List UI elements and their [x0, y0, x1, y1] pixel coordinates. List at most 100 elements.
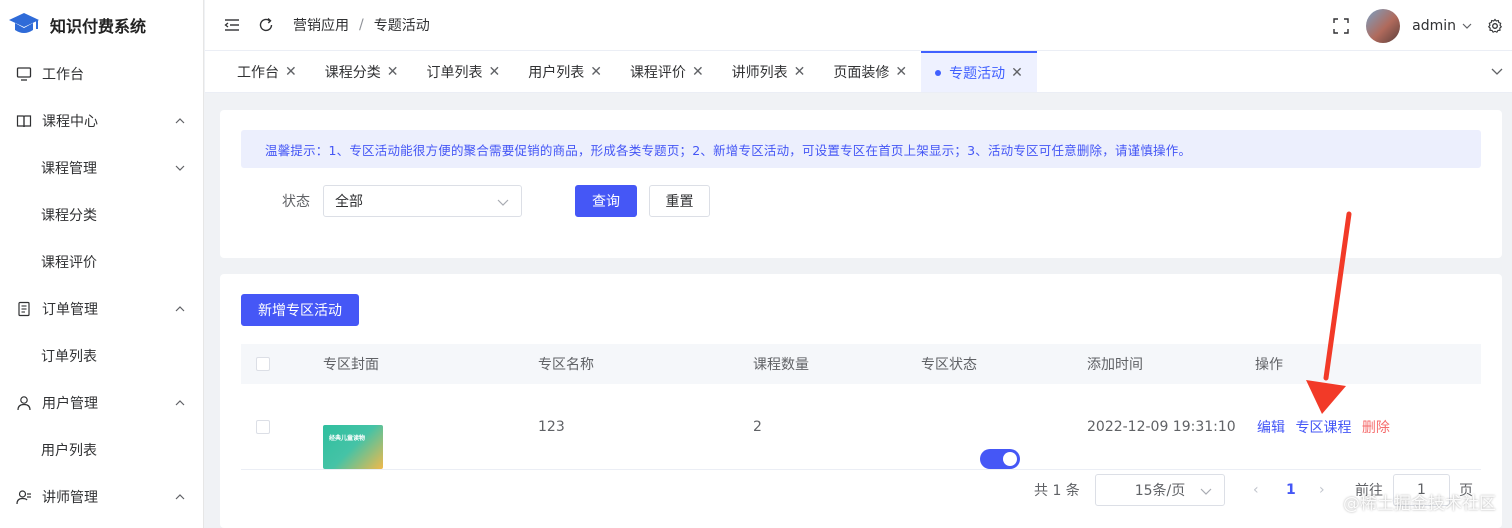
sidebar-item-label: 订单列表 [41, 348, 97, 365]
document-icon [16, 301, 32, 317]
sidebar-item-course-center[interactable]: 课程中心 [0, 97, 203, 144]
tab-label: 订单列表 [426, 64, 483, 81]
sidebar-item-label: 课程评价 [41, 254, 97, 271]
close-icon[interactable]: ✕ [895, 64, 907, 80]
app-title: 知识付费系统 [50, 17, 147, 36]
select-all-checkbox[interactable] [256, 357, 270, 371]
chevron-down-icon [1200, 488, 1212, 495]
tab-label: 课程评价 [629, 64, 686, 81]
breadcrumb-separator: / [359, 17, 364, 33]
gear-icon[interactable] [1486, 17, 1504, 35]
add-activity-button[interactable]: 新增专区活动 [241, 294, 359, 326]
user-icon [16, 395, 32, 411]
row-actions: 编辑 专区课程 删除 [1257, 417, 1390, 437]
sidebar-item-label: 课程管理 [41, 160, 97, 177]
tab-special-activity[interactable]: 专题活动 ✕ [921, 51, 1037, 92]
graduation-cap-icon [9, 13, 39, 33]
close-icon[interactable]: ✕ [590, 64, 602, 80]
active-dot-icon [935, 69, 942, 76]
tip-banner: 温馨提示：1、专区活动能很方便的聚合需要促销的商品，形成各类专题页；2、新增专区… [241, 130, 1481, 168]
sidebar-item-teacher-manage[interactable]: 讲师管理 [0, 473, 203, 520]
menu-fold-icon[interactable] [223, 16, 241, 34]
tab-teacher-list[interactable]: 讲师列表 ✕ [718, 51, 820, 92]
status-toggle[interactable] [980, 449, 1020, 469]
cover-text: 经典儿童读物 [329, 435, 366, 442]
tab-label: 课程分类 [324, 64, 381, 81]
tab-bar: 工作台 ✕ 课程分类 ✕ 订单列表 ✕ 用户列表 ✕ 课程评价 ✕ 讲师列表 ✕ 页面装修 ✕… [205, 51, 1512, 93]
sidebar-item-label: 用户列表 [41, 442, 97, 459]
sidebar-item-order-list[interactable]: 订单列表 [0, 332, 203, 379]
sidebar-item-dashboard[interactable]: 工作台 [0, 50, 203, 97]
prev-page-icon[interactable]: ‹ [1253, 482, 1259, 498]
added-time: 2022-12-09 19:31:10 [1087, 418, 1236, 435]
sidebar-item-course-review[interactable]: 课程评价 [0, 238, 203, 285]
table-row: 经典儿童读物 123 2 2022-12-09 19:31:10 编辑 专区课程… [241, 384, 1481, 470]
close-icon[interactable]: ✕ [387, 64, 399, 80]
sidebar-item-order-manage[interactable]: 订单管理 [0, 285, 203, 332]
status-select[interactable]: 全部 [323, 185, 522, 217]
close-icon[interactable]: ✕ [794, 64, 806, 80]
app-logo[interactable]: 知识付费系统 [0, 0, 203, 50]
close-icon[interactable]: ✕ [1011, 65, 1023, 81]
tip-text: 温馨提示：1、专区活动能很方便的聚合需要促销的商品，形成各类专题页；2、新增专区… [265, 142, 1192, 158]
tab-dashboard[interactable]: 工作台 ✕ [223, 51, 311, 92]
close-icon[interactable]: ✕ [488, 64, 500, 80]
delete-link[interactable]: 删除 [1362, 420, 1390, 436]
pagination: 共 1 条 15条/页 ‹ 1 › 前往 1 页 [220, 474, 1502, 506]
chevron-up-icon [175, 305, 185, 311]
tab-course-review[interactable]: 课程评价 ✕ [616, 51, 718, 92]
column-header: 课程数量 [753, 357, 809, 373]
edit-link[interactable]: 编辑 [1257, 420, 1285, 436]
user-dropdown[interactable]: admin [1412, 18, 1472, 34]
fullscreen-icon[interactable] [1332, 17, 1350, 35]
status-select-value: 全部 [335, 194, 363, 210]
search-button[interactable]: 查询 [575, 185, 637, 217]
monitor-icon [16, 66, 32, 82]
column-header: 专区状态 [921, 357, 977, 373]
column-header: 操作 [1255, 357, 1283, 373]
table-panel: 新增专区活动 专区封面 专区名称 课程数量 专区状态 添加时间 操作 经典儿童读… [220, 274, 1502, 528]
tab-page-decoration[interactable]: 页面装修 ✕ [819, 51, 921, 92]
filter-form: 状态 全部 查询 重置 [282, 185, 710, 217]
sidebar-item-label: 课程中心 [42, 113, 98, 130]
tab-user-list[interactable]: 用户列表 ✕ [514, 51, 616, 92]
sidebar-item-label: 订单管理 [42, 301, 98, 318]
sidebar-item-label: 工作台 [42, 66, 84, 83]
chevron-up-icon [175, 493, 185, 499]
breadcrumb-item[interactable]: 营销应用 [293, 15, 349, 35]
filter-panel: 温馨提示：1、专区活动能很方便的聚合需要促销的商品，形成各类专题页；2、新增专区… [220, 110, 1502, 258]
top-header: 营销应用 / 专题活动 admin [205, 0, 1512, 51]
chevron-down-icon [175, 165, 185, 171]
refresh-icon[interactable] [257, 16, 275, 34]
header-right: admin [1332, 0, 1512, 51]
sidebar-item-user-manage[interactable]: 用户管理 [0, 379, 203, 426]
sidebar-item-label: 讲师管理 [42, 489, 98, 506]
row-checkbox[interactable] [256, 419, 270, 434]
watermark-text: @稀土掘金技术社区 [1343, 494, 1496, 514]
activity-table: 专区封面 专区名称 课程数量 专区状态 添加时间 操作 经典儿童读物 123 2… [241, 344, 1481, 470]
special-courses-link[interactable]: 专区课程 [1295, 420, 1351, 436]
username: admin [1412, 17, 1456, 34]
sidebar-item-user-list[interactable]: 用户列表 [0, 426, 203, 473]
tab-order-list[interactable]: 订单列表 ✕ [412, 51, 514, 92]
tab-label: 用户列表 [528, 64, 585, 81]
breadcrumb: 营销应用 / 专题活动 [293, 15, 430, 35]
tab-label: 工作台 [237, 64, 279, 81]
next-page-icon[interactable]: › [1319, 482, 1325, 498]
reset-button[interactable]: 重置 [649, 185, 710, 217]
chevron-down-icon[interactable] [1490, 64, 1504, 78]
tab-label: 讲师列表 [731, 64, 788, 81]
page-size-select[interactable]: 15条/页 [1095, 474, 1225, 506]
tab-course-category[interactable]: 课程分类 ✕ [311, 51, 413, 92]
page-number-current[interactable]: 1 [1286, 482, 1296, 498]
sidebar: 知识付费系统 工作台 课程中心 课程管理 课程分类 课程评价 订单管理 订单列表 [0, 0, 204, 528]
avatar[interactable] [1366, 8, 1401, 43]
close-icon[interactable]: ✕ [285, 64, 297, 80]
course-count: 2 [753, 418, 762, 435]
sidebar-item-course-manage[interactable]: 课程管理 [0, 144, 203, 191]
chevron-up-icon [175, 117, 185, 123]
sidebar-item-course-category[interactable]: 课程分类 [0, 191, 203, 238]
book-icon [16, 113, 32, 129]
teacher-icon [16, 489, 32, 505]
close-icon[interactable]: ✕ [692, 64, 704, 80]
